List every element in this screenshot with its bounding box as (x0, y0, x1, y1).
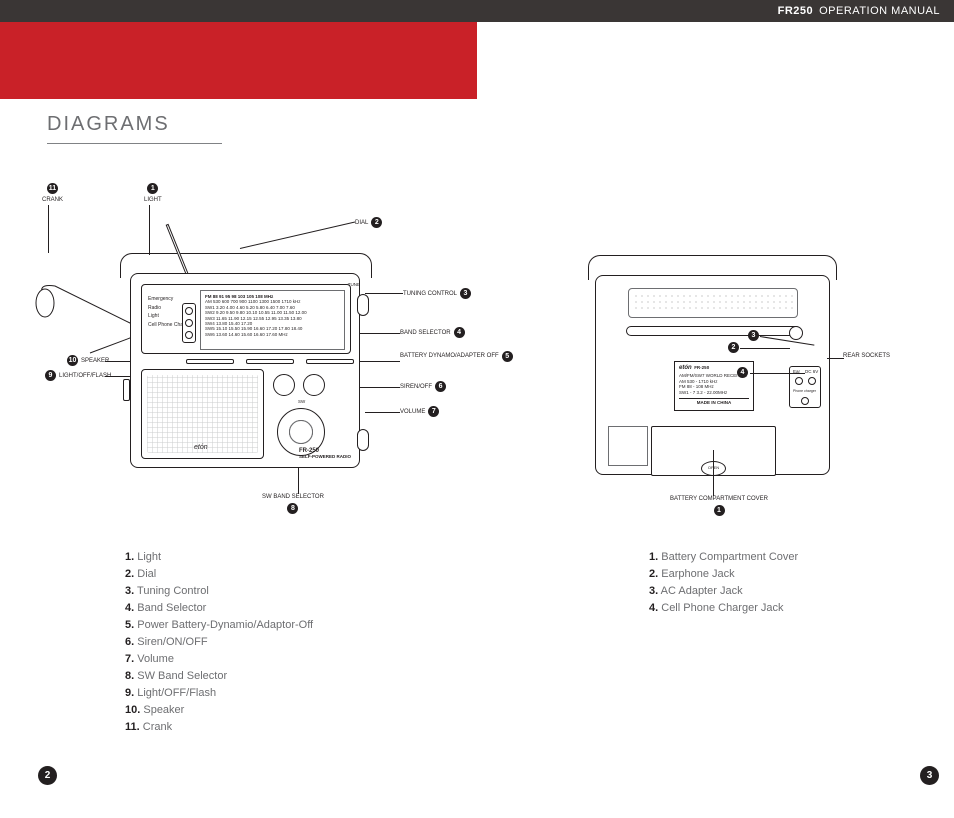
callout-phone-jack: 4 (737, 367, 748, 378)
header-model: FR250 (778, 5, 814, 17)
list-item: 9. Light/OFF/Flash (125, 685, 313, 702)
list-item: 4. Cell Phone Charger Jack (649, 600, 798, 617)
callout-volume: VOLUME 7 (400, 406, 439, 417)
vent-grille-icon (628, 288, 798, 318)
callout-sw-band: SW BAND SELECTOR 8 (262, 494, 324, 514)
list-item: 4. Band Selector (125, 600, 313, 617)
band-selector-slider-icon (186, 359, 234, 364)
header-doc-title: OPERATION MANUAL (819, 5, 940, 17)
list-item: 2. Dial (125, 566, 313, 583)
list-item: 1. Light (125, 549, 313, 566)
siren-slider-icon (306, 359, 354, 364)
front-legend: 1. Light 2. Dial 3. Tuning Control 4. Ba… (125, 549, 313, 737)
callout-light: 1 LIGHT (144, 183, 162, 203)
band-scale: FM 88 91 95 98 103 105 108 MHz AM 530 60… (200, 290, 345, 350)
back-antenna-icon (626, 326, 801, 336)
volume-wheel-icon (357, 429, 369, 451)
callout-dial: DIAL 2 (355, 217, 382, 228)
phone-charger-jack-icon (801, 397, 809, 405)
list-item: 5. Power Battery-Dynamio/Adaptor-Off (125, 617, 313, 634)
header-bar: FR250 OPERATION MANUAL (0, 0, 954, 22)
tuning-window: Emergency Radio Light Cell Phone Charger… (141, 284, 351, 354)
callout-rear-sockets: REAR SOCKETS (843, 353, 890, 359)
header-color-block (0, 22, 477, 99)
callout-earphone: 2 (728, 342, 739, 353)
small-knob-1-icon (273, 374, 295, 396)
list-item: 6. Siren/ON/OFF (125, 634, 313, 651)
light-off-flash-switch-icon (123, 379, 130, 401)
callout-tuning: TUNING CONTROL 3 (403, 288, 471, 299)
power-slider-icon (246, 359, 294, 364)
section-title: DIAGRAMS (47, 113, 170, 136)
dc-jack-icon (808, 377, 816, 385)
small-knob-2-icon (303, 374, 325, 396)
list-item: 2. Earphone Jack (649, 566, 798, 583)
callout-siren: SIREN/OFF 6 (400, 381, 446, 392)
callout-band-selector: BAND SELECTOR 4 (400, 327, 465, 338)
radio-front-illustration: Emergency Radio Light Cell Phone Charger… (130, 228, 380, 478)
tuning-wheel-icon (357, 294, 369, 316)
section-title-rule (47, 143, 222, 144)
model-label: FR-250 SELF-POWERED RADIO (299, 448, 351, 460)
crank-icon (35, 278, 145, 358)
callout-power: BATTERY DYNAMO/ADAPTER OFF 5 (400, 351, 513, 362)
list-item: 10. Speaker (125, 702, 313, 719)
list-item: 11. Crank (125, 719, 313, 736)
diagram-front: 11 CRANK 1 LIGHT DIAL 2 TUNING CONTROL 3… (20, 183, 490, 528)
dial-window-icon (182, 303, 196, 343)
sw-label: SW (298, 399, 305, 404)
back-legend: 1. Battery Compartment Cover 2. Earphone… (649, 549, 798, 617)
back-body: etón FR-250 AM/FM/SW7 WORLD RECEIVER AM … (595, 275, 830, 475)
page-number-right: 3 (920, 766, 939, 785)
brand-badge: etón (190, 443, 212, 452)
list-item: 8. SW Band Selector (125, 668, 313, 685)
diagram-back: etón FR-250 AM/FM/SW7 WORLD RECEIVER AM … (570, 225, 900, 525)
speaker-grille-icon: etón (141, 369, 264, 459)
radio-body: Emergency Radio Light Cell Phone Charger… (130, 273, 360, 468)
page-number-left: 2 (38, 766, 57, 785)
callout-light-off-flash: LIGHT/OFF/FLASH 9 (45, 370, 111, 381)
list-item: 3. AC Adapter Jack (649, 583, 798, 600)
warning-label-icon (608, 426, 648, 466)
list-item: 3. Tuning Control (125, 583, 313, 600)
earphone-jack-icon (795, 377, 803, 385)
list-item: 1. Battery Compartment Cover (649, 549, 798, 566)
callout-battery-cover: BATTERY COMPARTMENT COVER 1 (670, 496, 768, 516)
callout-dc-jack: 3 (748, 330, 759, 341)
callout-crank: 11 CRANK (42, 183, 63, 203)
list-item: 7. Volume (125, 651, 313, 668)
